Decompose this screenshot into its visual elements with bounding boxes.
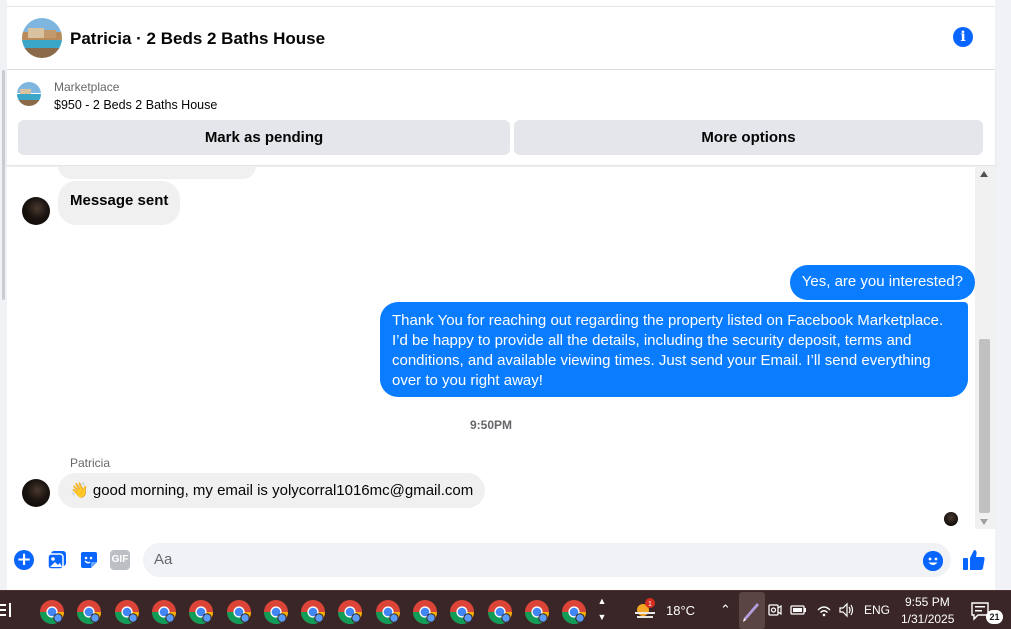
chat-title[interactable]: Patricia · 2 Beds 2 Baths House: [70, 29, 325, 49]
scroll-down-arrow-icon[interactable]: [980, 519, 988, 525]
left-scroll-indicator: [2, 70, 5, 300]
info-icon[interactable]: i: [953, 27, 973, 47]
incoming-message-text: good morning, my email is yolycorral1016…: [92, 482, 474, 499]
battery-icon[interactable]: [790, 602, 808, 621]
incoming-message[interactable]: Message sent: [58, 181, 181, 225]
plus-icon[interactable]: +: [14, 550, 34, 570]
language-indicator[interactable]: ENG: [864, 603, 890, 617]
incoming-message[interactable]: 👋 good morning, my email is yolycorral10…: [58, 473, 486, 508]
browser-left-edge: [0, 0, 7, 590]
marketplace-listing-bar: Marketplace $950 - 2 Beds 2 Baths House …: [7, 70, 995, 166]
scrollbar-thumb[interactable]: [979, 339, 990, 513]
clock-date[interactable]: 1/31/2025: [901, 612, 954, 626]
browser-right-edge: [995, 0, 1011, 590]
message-input[interactable]: Aa: [143, 543, 951, 577]
chrome-taskbar-icon[interactable]: [151, 599, 177, 625]
windows-taskbar: ▲ ▼ 1 18°C ⌃ ENG 9:55 PM 1/31/2025 21: [0, 590, 1011, 629]
mark-as-pending-button[interactable]: Mark as pending: [18, 120, 510, 155]
chrome-taskbar-icon[interactable]: [226, 599, 252, 625]
more-options-button[interactable]: More options: [514, 120, 983, 155]
like-icon[interactable]: [962, 548, 986, 572]
clock-time[interactable]: 9:55 PM: [905, 595, 950, 609]
sender-avatar[interactable]: [22, 479, 50, 507]
wave-emoji: 👋: [70, 482, 89, 499]
messenger-window: Patricia · 2 Beds 2 Baths House i Market…: [0, 0, 1011, 629]
scroll-up-arrow-icon[interactable]: [980, 171, 988, 177]
message-composer: + GIF Aa: [7, 529, 995, 585]
chrome-taskbar-icon[interactable]: [188, 599, 214, 625]
sender-avatar[interactable]: [22, 197, 50, 225]
listing-thumbnail[interactable]: [17, 82, 41, 106]
chrome-taskbar-icon[interactable]: [76, 599, 102, 625]
outgoing-message[interactable]: Yes, are you interested?: [789, 265, 975, 300]
read-receipt-avatar: [944, 512, 958, 526]
message-list: Message sent Yes, are you interested? Th…: [7, 167, 975, 529]
camera-icon[interactable]: [768, 602, 782, 621]
previous-message-bubble: [58, 167, 256, 179]
listing-title[interactable]: $950 - 2 Beds 2 Baths House: [54, 98, 217, 112]
message-timestamp: 9:50PM: [469, 418, 513, 432]
notification-count-badge: 21: [986, 610, 1003, 624]
temperature[interactable]: 18°C: [666, 603, 695, 618]
wifi-icon[interactable]: [816, 602, 832, 621]
chrome-taskbar-icon[interactable]: [39, 599, 65, 625]
volume-icon[interactable]: [838, 602, 856, 621]
sticker-icon[interactable]: [79, 550, 99, 570]
chrome-taskbar-icon[interactable]: [337, 599, 363, 625]
chrome-taskbar-icon[interactable]: [300, 599, 326, 625]
outgoing-message[interactable]: Thank You for reaching out regarding the…: [380, 302, 968, 397]
emoji-icon[interactable]: [923, 551, 943, 571]
chrome-taskbar-icon[interactable]: [263, 599, 289, 625]
marketplace-label: Marketplace: [54, 80, 120, 94]
chat-header: Patricia · 2 Beds 2 Baths House i: [7, 6, 995, 70]
chrome-taskbar-icon[interactable]: [375, 599, 401, 625]
chrome-taskbar-icon[interactable]: [114, 599, 140, 625]
weather-icon[interactable]: 1: [633, 598, 657, 622]
message-scrollbar[interactable]: [975, 167, 995, 529]
gif-icon[interactable]: GIF: [110, 550, 130, 570]
task-view-icon[interactable]: [0, 603, 12, 617]
sender-name: Patricia: [70, 456, 111, 470]
chrome-taskbar-icon[interactable]: [412, 599, 438, 625]
pen-menu-button[interactable]: [739, 592, 765, 629]
listing-avatar[interactable]: [22, 18, 62, 58]
chrome-taskbar-icon[interactable]: [524, 599, 550, 625]
chrome-taskbar-icon[interactable]: [487, 599, 513, 625]
chrome-taskbar-icon[interactable]: [561, 599, 587, 625]
show-hidden-icons-chevron-icon[interactable]: ⌃: [720, 602, 731, 618]
chrome-taskbar-icon[interactable]: [449, 599, 475, 625]
photo-icon[interactable]: [47, 550, 67, 570]
taskbar-overflow-chevrons-icon[interactable]: ▲ ▼: [596, 593, 608, 628]
weather-badge: 1: [648, 601, 652, 608]
